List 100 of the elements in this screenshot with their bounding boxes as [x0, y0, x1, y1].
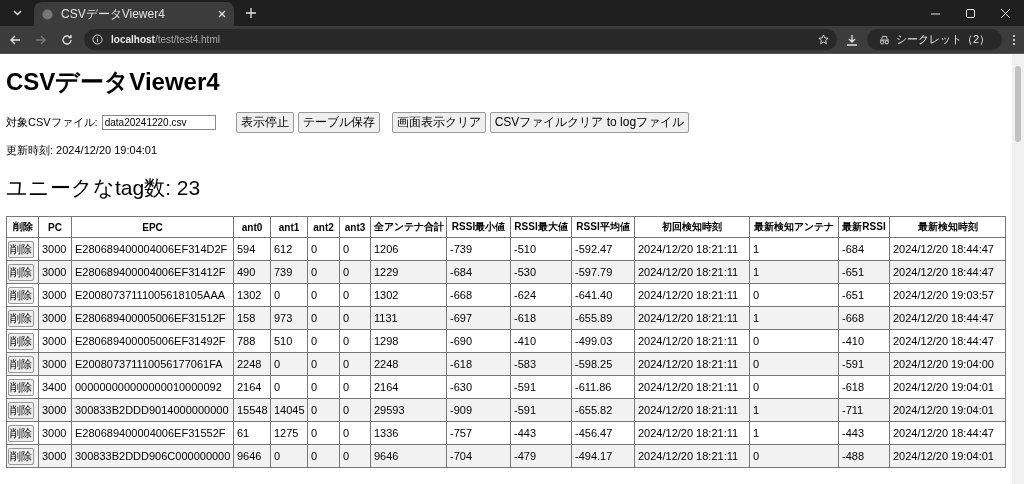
table-cell: -757 — [446, 421, 511, 445]
table-cell: 61 — [233, 421, 271, 445]
table-cell: E280689400005006EF31512F — [71, 306, 234, 330]
column-header: 全アンテナ合計 — [370, 216, 447, 238]
close-icon[interactable] — [218, 10, 226, 18]
delete-button[interactable]: 削除 — [8, 263, 34, 281]
maximize-icon[interactable] — [966, 8, 975, 18]
address-bar[interactable]: localhost/test/test4.html — [84, 29, 837, 50]
column-header: RSSI最大値 — [510, 216, 572, 238]
table-cell: -443 — [510, 421, 572, 445]
download-icon[interactable] — [844, 33, 859, 46]
table-cell: 2024/12/20 18:44:47 — [889, 306, 1006, 330]
action-button[interactable]: CSVファイルクリア to logファイル — [489, 112, 690, 133]
table-cell: -410 — [510, 329, 572, 353]
table-cell: 3400 — [38, 375, 72, 399]
column-header: ant2 — [307, 216, 340, 238]
table-cell: 3000 — [38, 283, 72, 307]
column-header: 最新RSSI — [838, 216, 890, 238]
action-button[interactable]: 画面表示クリア — [391, 112, 486, 133]
action-button[interactable]: テーブル保存 — [297, 112, 380, 133]
delete-button[interactable]: 削除 — [8, 309, 34, 327]
chevron-down-icon — [12, 10, 22, 16]
menu-icon[interactable] — [1010, 33, 1018, 46]
table-cell: 300833B2DDD906C000000000 — [71, 444, 234, 468]
table-cell: 0 — [339, 237, 371, 261]
table-cell: -630 — [446, 375, 511, 399]
table-cell: 2024/12/20 19:04:01 — [889, 444, 1006, 468]
table-cell: 0 — [749, 375, 839, 399]
browser-tab[interactable]: CSVデータViewer4 — [34, 2, 234, 26]
url-text: localhost/test/test4.html — [111, 34, 221, 45]
delete-button[interactable]: 削除 — [8, 286, 34, 304]
delete-button[interactable]: 削除 — [8, 378, 34, 396]
table-cell: 0 — [307, 237, 340, 261]
table-cell: 2024/12/20 18:21:11 — [634, 329, 750, 353]
scrollbar-thumb[interactable] — [1015, 66, 1021, 142]
table-cell: 0 — [270, 283, 308, 307]
delete-button[interactable]: 削除 — [8, 424, 34, 442]
unique-tag-count: ユニークなtag数: 23 — [6, 175, 202, 201]
table-cell: 2024/12/20 19:04:01 — [889, 398, 1006, 422]
info-icon[interactable] — [92, 34, 103, 45]
table-cell: 2024/12/20 18:21:11 — [634, 283, 750, 307]
table-cell: E20080737111005618105AAA — [71, 283, 234, 307]
table-cell: 2024/12/20 18:21:11 — [634, 237, 750, 261]
table-cell: -499.03 — [571, 329, 635, 353]
table-cell: 0 — [307, 421, 340, 445]
table-cell: 2024/12/20 19:04:01 — [889, 375, 1006, 399]
column-header: 最新検知時刻 — [889, 216, 1006, 238]
table-cell: 2024/12/20 18:21:11 — [634, 398, 750, 422]
table-cell: 1275 — [270, 421, 308, 445]
table-cell: -443 — [838, 421, 890, 445]
delete-button[interactable]: 削除 — [8, 447, 34, 465]
table-cell: 2024/12/20 18:21:11 — [634, 444, 750, 468]
table-cell: 0 — [339, 329, 371, 353]
table-cell: E280689400004006EF314D2F — [71, 237, 234, 261]
table-cell: 2024/12/20 18:21:11 — [634, 421, 750, 445]
table-cell: -684 — [838, 237, 890, 261]
column-header: RSSI最小値 — [446, 216, 511, 238]
file-label: 対象CSVファイル: — [6, 115, 98, 130]
column-header: PC — [38, 216, 72, 238]
action-button[interactable]: 表示停止 — [235, 112, 294, 133]
table-cell: -591 — [510, 375, 572, 399]
file-input-field[interactable]: data20241220.csv — [101, 115, 216, 130]
table-cell: -624 — [510, 283, 572, 307]
table-cell: 1 — [749, 237, 839, 261]
delete-button[interactable]: 削除 — [8, 240, 34, 258]
incognito-button[interactable]: シークレット（2） — [866, 29, 1002, 50]
table-cell: 2024/12/20 18:44:47 — [889, 421, 1006, 445]
table-cell: 1206 — [370, 237, 447, 261]
tab-title: CSVデータViewer4 — [61, 5, 166, 23]
update-time-text: 更新時刻: 2024/12/20 19:04:01 — [6, 143, 159, 158]
table-cell: -456.47 — [571, 421, 635, 445]
table-cell: 612 — [270, 237, 308, 261]
table-cell: 1 — [749, 421, 839, 445]
table-cell: 2024/12/20 18:44:47 — [889, 260, 1006, 284]
table-cell: 2024/12/20 19:03:57 — [889, 283, 1006, 307]
column-header: ant0 — [233, 216, 271, 238]
column-header: ant3 — [339, 216, 371, 238]
plus-icon — [246, 8, 256, 18]
column-header: ant1 — [270, 216, 308, 238]
table-cell: -651 — [838, 283, 890, 307]
scrollbar[interactable] — [1012, 54, 1024, 484]
table-cell: 594 — [233, 237, 271, 261]
table-cell: 1298 — [370, 329, 447, 353]
table-cell: E280689400005006EF31492F — [71, 329, 234, 353]
table-cell: 2024/12/20 18:21:11 — [634, 375, 750, 399]
delete-button[interactable]: 削除 — [8, 401, 34, 419]
delete-button[interactable]: 削除 — [8, 355, 34, 373]
column-header: 初回検知時刻 — [634, 216, 750, 238]
close-icon[interactable] — [1001, 8, 1010, 18]
table-cell: 3000 — [38, 421, 72, 445]
table-cell: E200807371110056177061FA — [71, 352, 234, 376]
delete-button[interactable]: 削除 — [8, 332, 34, 350]
table-cell: 300833B2DDD9014000000000 — [71, 398, 234, 422]
star-icon[interactable] — [817, 34, 829, 45]
table-cell: 0 — [749, 329, 839, 353]
table-cell: -641.40 — [571, 283, 635, 307]
table-cell: 0 — [307, 329, 340, 353]
table-cell: 1302 — [370, 283, 447, 307]
table-cell: 2164 — [370, 375, 447, 399]
table-cell: 3000 — [38, 237, 72, 261]
